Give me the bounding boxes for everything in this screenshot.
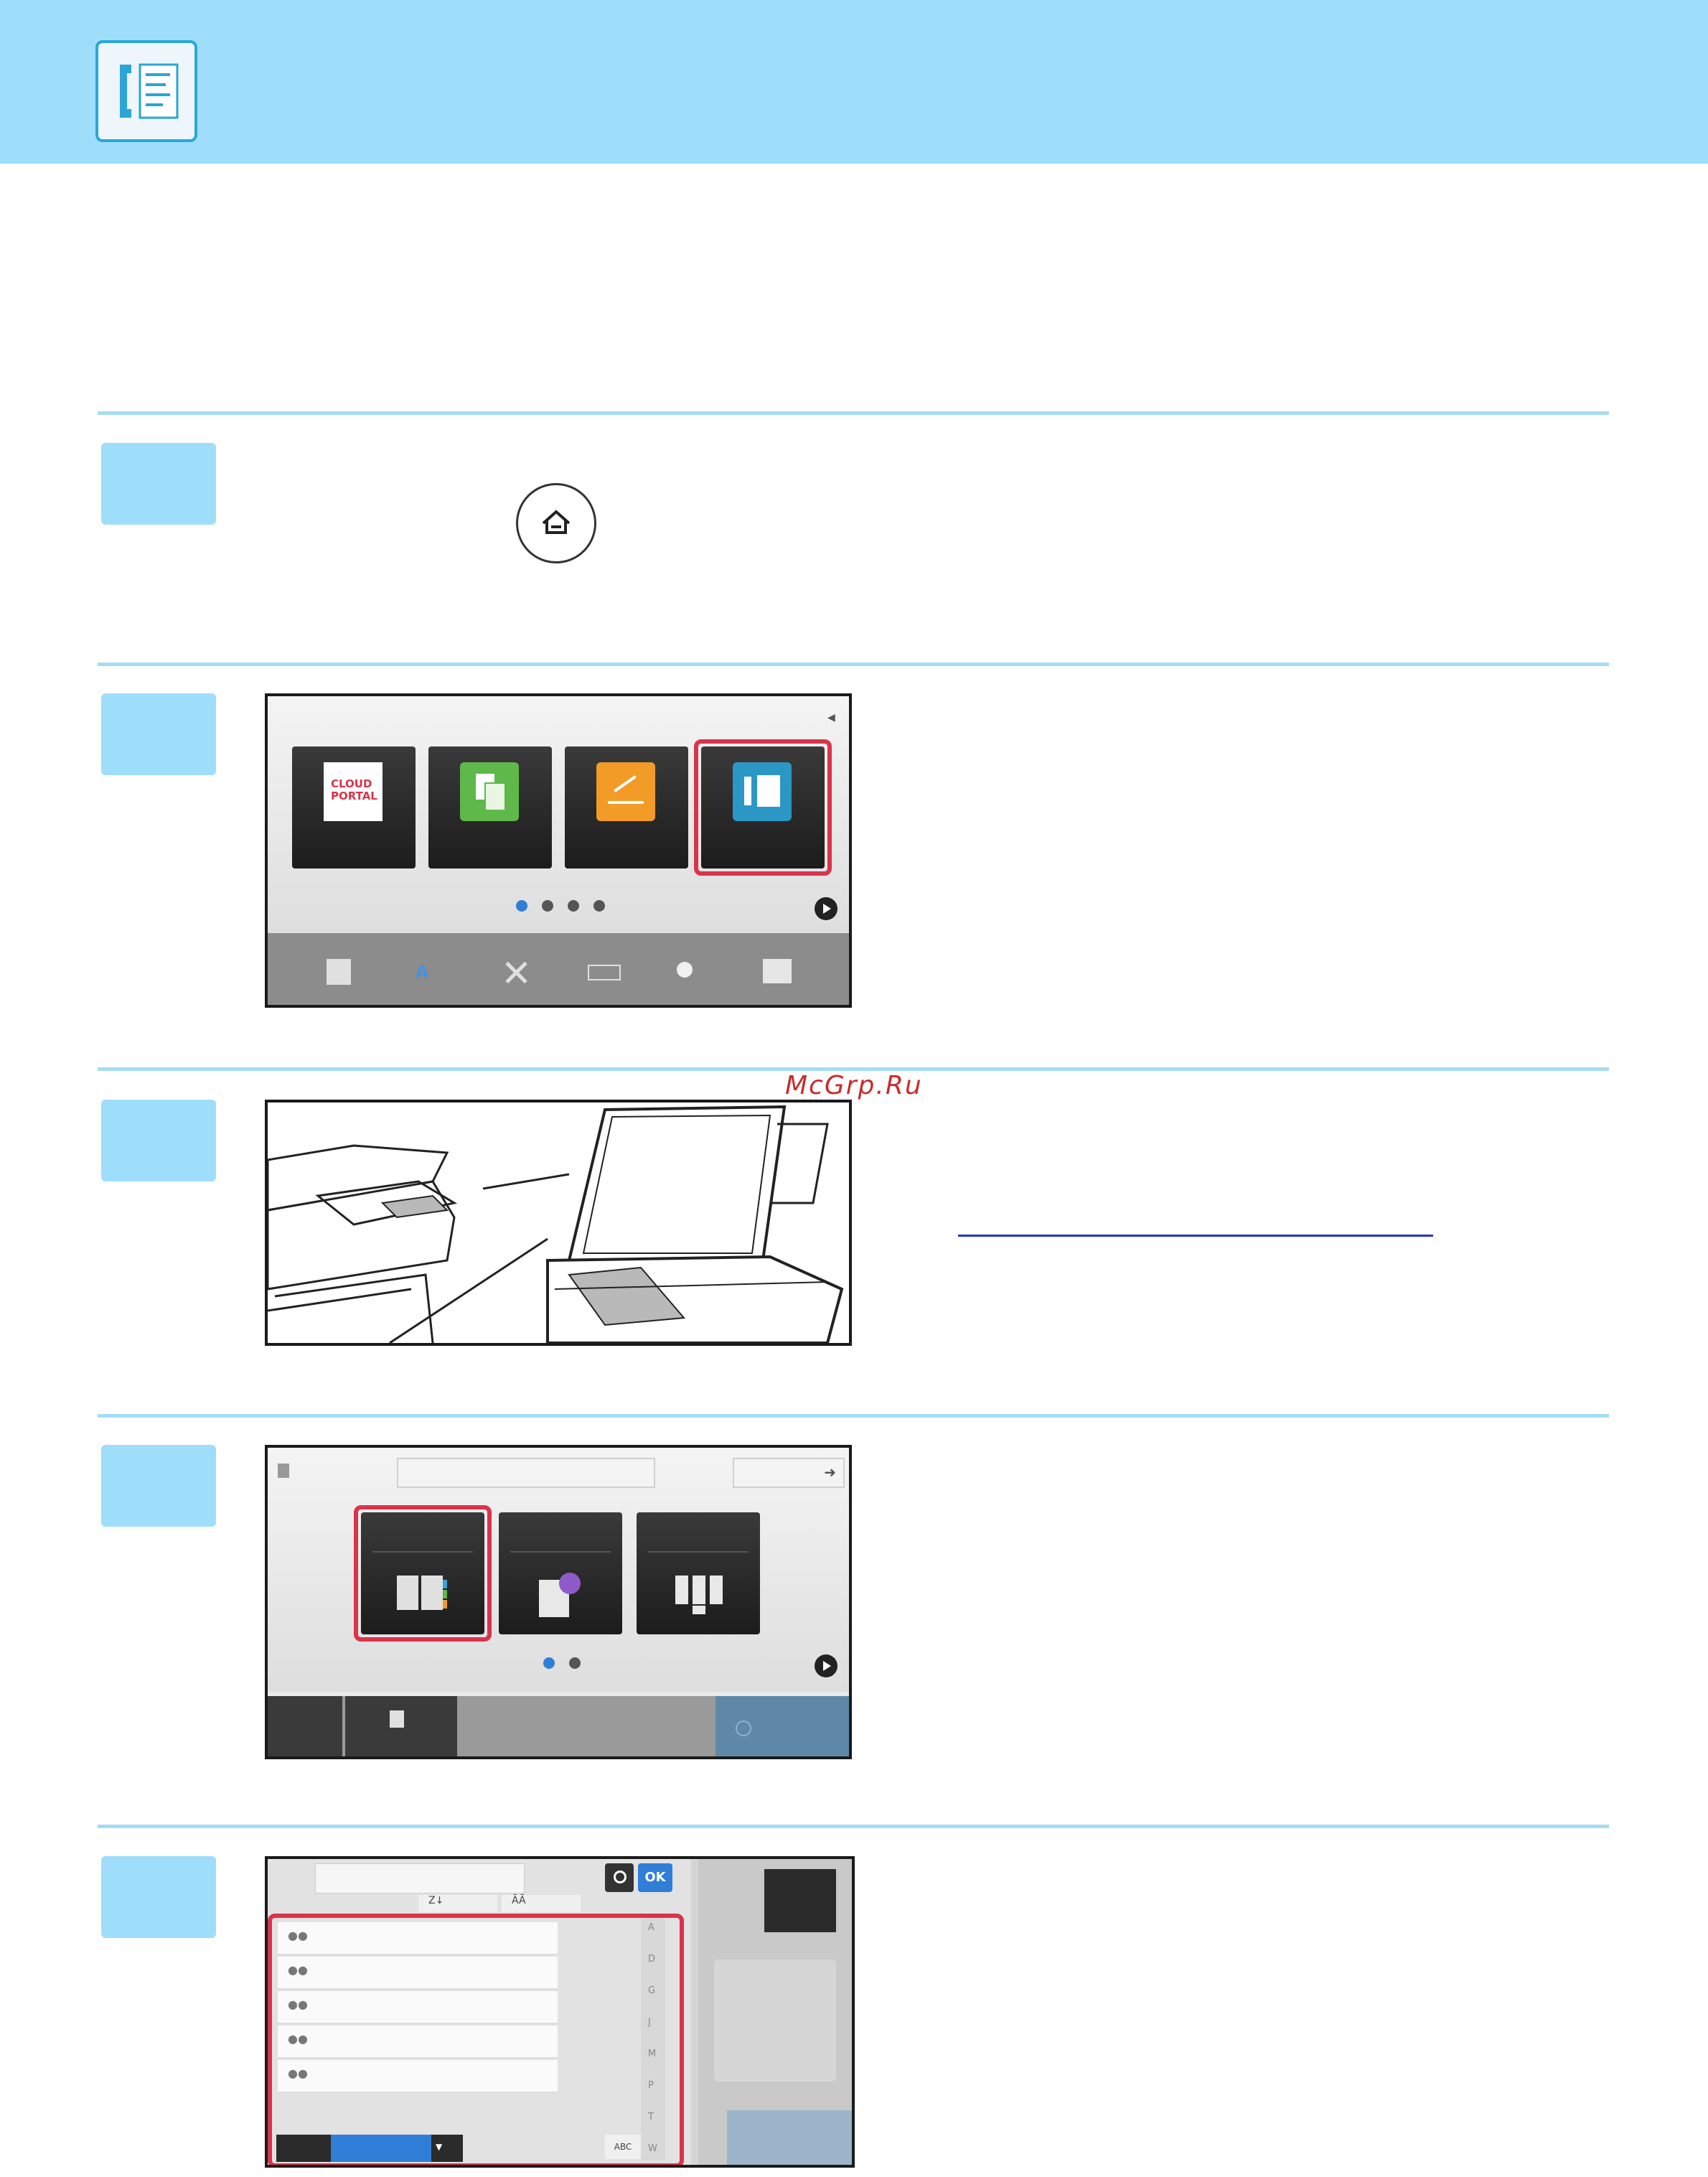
fax-icon xyxy=(95,40,197,142)
preview-icon xyxy=(390,1710,404,1728)
operation-guide-icon[interactable] xyxy=(327,959,351,985)
step-number-box xyxy=(101,693,216,775)
others-button[interactable] xyxy=(268,1696,342,1756)
home-key-icon xyxy=(516,483,596,563)
cloud-portal-tile[interactable]: CLOUD PORTAL xyxy=(292,746,416,869)
side-panel-card xyxy=(714,1960,836,2082)
page-indicator-dot xyxy=(593,900,605,912)
section-divider xyxy=(98,1825,1609,1828)
preview-button[interactable] xyxy=(345,1696,457,1756)
selected-highlight xyxy=(354,1505,492,1642)
call-history-icon xyxy=(539,1573,582,1617)
step-number-box xyxy=(101,1856,216,1938)
destination-next-button[interactable]: ➜ xyxy=(733,1458,845,1488)
selected-highlight xyxy=(268,1914,684,2165)
settings-icon[interactable] xyxy=(502,959,530,986)
scan-icon xyxy=(596,762,655,821)
taskbar: A xyxy=(268,933,849,1005)
home-screen-screenshot: ◀ CLOUD PORTAL A xyxy=(265,693,852,1008)
sort-order-button[interactable]: ĀĀ xyxy=(502,1895,581,1912)
section-divider xyxy=(98,1414,1609,1418)
fax-base-screen-screenshot: ➜ xyxy=(265,1445,852,1759)
destination-field[interactable] xyxy=(397,1458,655,1488)
page-header xyxy=(0,0,1708,164)
display-pattern-icon[interactable]: A xyxy=(416,962,429,982)
step-number-box xyxy=(101,1445,216,1527)
step-number-box xyxy=(101,1100,216,1181)
job-status-icon[interactable] xyxy=(763,959,792,983)
volume-icon: ◀ xyxy=(827,712,835,724)
side-panel xyxy=(698,1859,852,2165)
brightness-icon[interactable] xyxy=(677,962,693,978)
step-number-box xyxy=(101,443,216,525)
sort-name-button[interactable]: Z↓ xyxy=(418,1895,497,1912)
search-field[interactable] xyxy=(315,1863,525,1893)
link-underline[interactable] xyxy=(958,1235,1433,1237)
document-placement-illustration xyxy=(265,1100,852,1346)
document-icon xyxy=(278,1464,289,1478)
page-indicator-dot xyxy=(516,900,527,912)
page-indicator-dot xyxy=(568,900,579,912)
next-page-arrow-icon[interactable] xyxy=(815,1654,837,1677)
next-page-arrow-icon[interactable] xyxy=(815,897,837,920)
direct-entry-keypad-icon xyxy=(675,1576,723,1614)
search-icon[interactable] xyxy=(605,1863,634,1892)
section-divider xyxy=(98,411,1609,415)
ok-button[interactable]: OK xyxy=(638,1863,672,1892)
page-indicator-dot xyxy=(543,1657,555,1669)
watermark: McGrp.Ru xyxy=(785,1071,923,1100)
arrow-right-icon: ➜ xyxy=(824,1464,836,1481)
section-divider xyxy=(98,663,1609,666)
copy-icon xyxy=(460,762,519,821)
document-feeder-and-glass-illustration xyxy=(268,1105,844,1343)
cloud-portal-icon: CLOUD PORTAL xyxy=(324,762,383,821)
scan-tile[interactable] xyxy=(565,746,688,869)
start-button[interactable] xyxy=(715,1696,849,1756)
side-panel-button[interactable] xyxy=(764,1869,836,1932)
call-history-tile[interactable] xyxy=(499,1512,622,1634)
enlarge-display-icon[interactable] xyxy=(588,965,621,980)
page-indicator-dot xyxy=(542,900,553,912)
action-bar xyxy=(268,1696,849,1756)
direct-entry-tile[interactable] xyxy=(637,1512,760,1634)
copy-tile[interactable] xyxy=(428,746,552,869)
selected-highlight xyxy=(694,739,832,876)
page-indicator-dot xyxy=(569,1657,581,1669)
start-button[interactable] xyxy=(727,2110,852,2165)
address-book-screenshot: OK Z↓ ĀĀ ●● ●● ●● ●● ●● A D G J M P T W … xyxy=(265,1856,855,2168)
start-icon xyxy=(736,1720,751,1736)
